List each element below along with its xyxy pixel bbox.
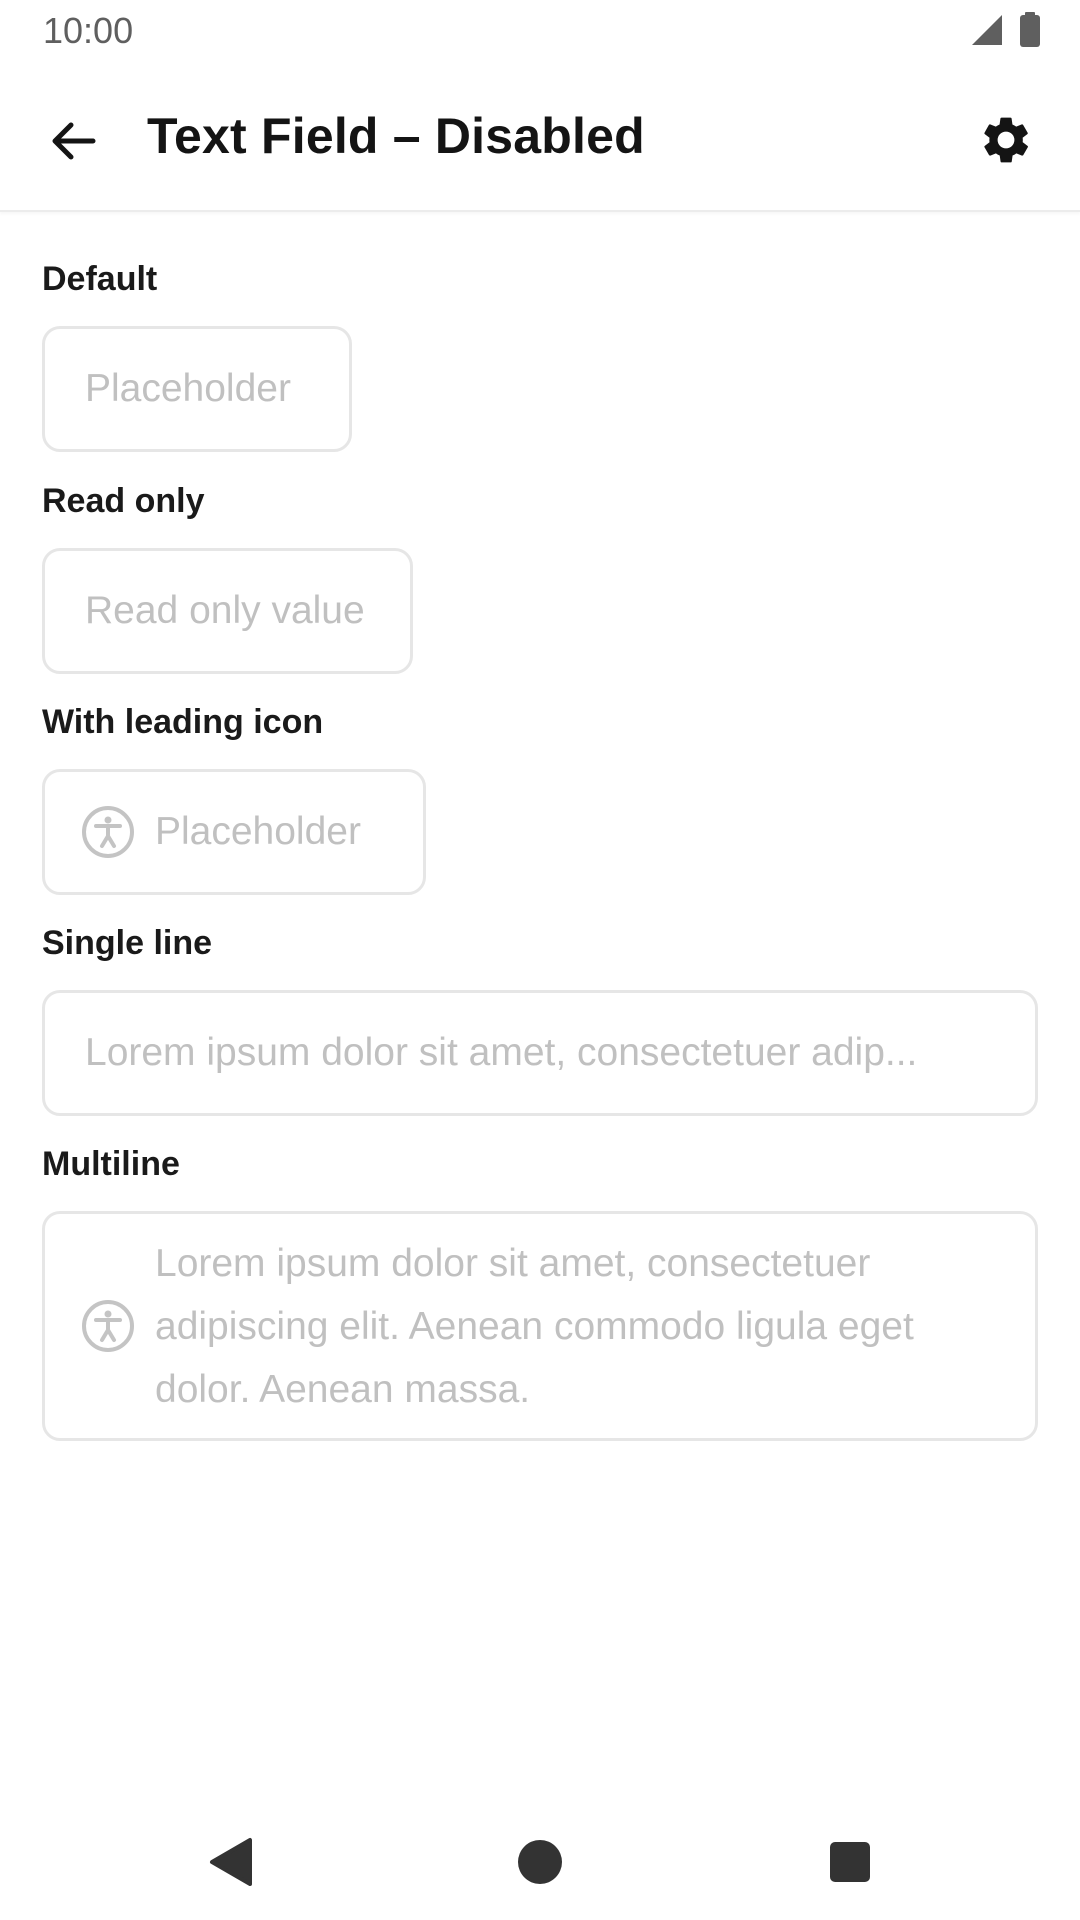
status-bar: 10:00 <box>0 0 1080 62</box>
section-label-single-line: Single line <box>42 924 213 962</box>
read-only-text-field[interactable]: Read only value <box>42 548 413 674</box>
page-title: Text Field – Disabled <box>147 108 645 164</box>
status-icons <box>970 12 1042 48</box>
leading-icon-text-field[interactable]: Placeholder <box>42 769 426 895</box>
section-label-read-only: Read only <box>42 482 205 520</box>
section-label-leading-icon: With leading icon <box>42 703 324 741</box>
multiline-line-1: Lorem ipsum dolor sit amet, consectetuer <box>155 1241 871 1285</box>
status-time: 10:00 <box>43 10 134 51</box>
section-label-default: Default <box>42 260 158 298</box>
system-nav-bar <box>0 1800 1080 1920</box>
accessibility-icon <box>81 1299 135 1353</box>
single-line-text-field[interactable]: Lorem ipsum dolor sit amet, consectetuer… <box>42 990 1038 1116</box>
nav-recents-button[interactable] <box>820 1832 880 1892</box>
nav-back-icon <box>210 1838 252 1886</box>
leading-icon-placeholder: Placeholder <box>155 810 361 853</box>
app-bar: Text Field – Disabled <box>0 62 1080 212</box>
default-placeholder: Placeholder <box>85 367 291 410</box>
signal-icon <box>972 15 1002 45</box>
gear-icon <box>984 117 1028 163</box>
multiline-text: Lorem ipsum dolor sit amet, consectetuer… <box>155 1232 914 1421</box>
read-only-value: Read only value <box>85 589 365 632</box>
nav-recents-icon <box>830 1842 870 1882</box>
nav-back-button[interactable] <box>200 1832 260 1892</box>
battery-icon <box>1020 12 1040 47</box>
multiline-line-2: adipiscing elit. Aenean commodo ligula e… <box>155 1304 914 1348</box>
single-line-value: Lorem ipsum dolor sit amet, consectetuer… <box>85 1031 918 1074</box>
accessibility-icon <box>81 805 135 859</box>
nav-home-button[interactable] <box>510 1832 570 1892</box>
default-text-field[interactable]: Placeholder <box>42 326 352 452</box>
arrow-back-icon <box>52 122 96 160</box>
back-button[interactable] <box>36 104 110 178</box>
multiline-text-field[interactable]: Lorem ipsum dolor sit amet, consectetuer… <box>42 1211 1038 1441</box>
nav-home-icon <box>518 1840 562 1884</box>
settings-button[interactable] <box>970 104 1042 176</box>
section-label-multiline: Multiline <box>42 1145 180 1183</box>
multiline-line-3: dolor. Aenean massa. <box>155 1367 531 1411</box>
